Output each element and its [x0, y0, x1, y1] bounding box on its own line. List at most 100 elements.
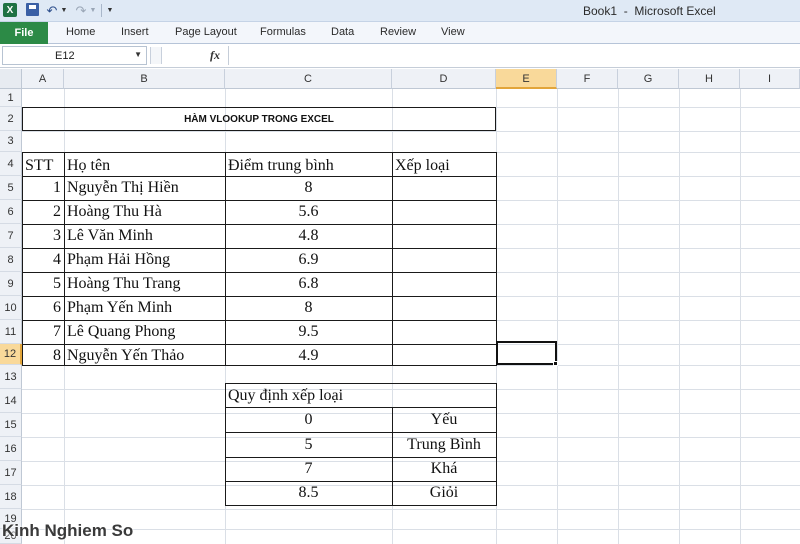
- student-rank-cell[interactable]: [392, 248, 496, 272]
- name-box[interactable]: E12 ▼: [2, 46, 147, 65]
- student-rank-cell[interactable]: [392, 320, 496, 344]
- student-score-cell[interactable]: 8: [225, 176, 392, 200]
- column-header-i[interactable]: I: [740, 69, 800, 89]
- row-header-13[interactable]: 13: [0, 365, 22, 389]
- column-header-d[interactable]: D: [392, 69, 496, 89]
- row-header-4[interactable]: 4: [0, 152, 22, 176]
- formula-bar-resize-handle[interactable]: [150, 47, 162, 64]
- excel-app-icon[interactable]: X: [3, 3, 17, 17]
- undo-dropdown-icon[interactable]: ▼: [60, 3, 68, 18]
- rule-min-cell[interactable]: 5: [225, 432, 392, 457]
- row-header-11[interactable]: 11: [0, 320, 22, 344]
- redo-icon[interactable]: ↷: [74, 3, 88, 18]
- save-icon[interactable]: [26, 3, 39, 16]
- student-name-cell[interactable]: Hoàng Thu Hà: [64, 200, 225, 224]
- cell-border: [225, 505, 497, 506]
- student-score-cell[interactable]: 9.5: [225, 320, 392, 344]
- column-header-c[interactable]: C: [225, 69, 392, 89]
- column-header-h[interactable]: H: [679, 69, 740, 89]
- row-header-17[interactable]: 17: [0, 461, 22, 485]
- column-header-f[interactable]: F: [557, 69, 618, 89]
- student-rank-cell[interactable]: [392, 272, 496, 296]
- row-header-12[interactable]: 12: [0, 344, 22, 365]
- student-rank-cell[interactable]: [392, 296, 496, 320]
- student-name-cell[interactable]: Lê Văn Minh: [64, 224, 225, 248]
- rule-table-title[interactable]: Quy định xếp loại: [225, 384, 496, 407]
- redo-dropdown-icon[interactable]: ▼: [89, 3, 97, 18]
- student-name-cell[interactable]: Hoàng Thu Trang: [64, 272, 225, 296]
- rule-min-cell[interactable]: 0: [225, 407, 392, 432]
- column-header-b[interactable]: B: [64, 69, 225, 89]
- student-stt-cell[interactable]: 1: [22, 176, 64, 200]
- header-score[interactable]: Điểm trung bình: [225, 154, 392, 178]
- student-score-cell[interactable]: 4.8: [225, 224, 392, 248]
- student-rank-cell[interactable]: [392, 176, 496, 200]
- student-name-cell[interactable]: Lê Quang Phong: [64, 320, 225, 344]
- column-header-a[interactable]: A: [22, 69, 64, 89]
- student-name-cell[interactable]: Nguyễn Thị Hiền: [64, 176, 225, 200]
- tab-home[interactable]: Home: [66, 26, 95, 38]
- row-header-10[interactable]: 10: [0, 296, 22, 320]
- student-rank-cell[interactable]: [392, 224, 496, 248]
- student-score-cell[interactable]: 5.6: [225, 200, 392, 224]
- rule-label-cell[interactable]: Yếu: [392, 407, 496, 432]
- tab-data[interactable]: Data: [331, 26, 354, 38]
- row-header-14[interactable]: 14: [0, 389, 22, 413]
- header-rank[interactable]: Xếp loại: [392, 154, 496, 178]
- insert-function-icon[interactable]: fx: [210, 48, 220, 63]
- row-header-1[interactable]: 1: [0, 89, 22, 107]
- student-name-cell[interactable]: Phạm Hải Hồng: [64, 248, 225, 272]
- tab-insert[interactable]: Insert: [121, 26, 149, 38]
- customize-toolbar-icon[interactable]: ▼: [106, 3, 114, 18]
- rule-label-cell[interactable]: Trung Bình: [392, 432, 496, 457]
- student-score-cell[interactable]: 6.8: [225, 272, 392, 296]
- column-header-g[interactable]: G: [618, 69, 679, 89]
- sheet-title-cell[interactable]: HÀM VLOOKUP TRONG EXCEL: [22, 107, 496, 131]
- tab-page-layout[interactable]: Page Layout: [175, 26, 237, 38]
- rule-min-cell[interactable]: 7: [225, 457, 392, 481]
- chevron-down-icon[interactable]: ▼: [134, 50, 142, 59]
- formula-input[interactable]: [228, 46, 800, 65]
- student-stt-cell[interactable]: 2: [22, 200, 64, 224]
- student-score-cell[interactable]: 4.9: [225, 344, 392, 368]
- undo-icon[interactable]: ↶: [45, 3, 59, 18]
- tab-formulas[interactable]: Formulas: [260, 26, 306, 38]
- student-name-cell[interactable]: Phạm Yến Minh: [64, 296, 225, 320]
- rule-min-cell[interactable]: 8.5: [225, 481, 392, 505]
- row-header-15[interactable]: 15: [0, 413, 22, 437]
- header-name[interactable]: Họ tên: [64, 154, 225, 178]
- file-tab[interactable]: File: [0, 22, 48, 44]
- gridline-horizontal: [22, 509, 800, 510]
- student-stt-cell[interactable]: 4: [22, 248, 64, 272]
- rule-label-cell[interactable]: Giỏi: [392, 481, 496, 505]
- student-score-cell[interactable]: 6.9: [225, 248, 392, 272]
- student-stt-cell[interactable]: 5: [22, 272, 64, 296]
- row-header-6[interactable]: 6: [0, 200, 22, 224]
- select-all-corner[interactable]: [0, 69, 22, 89]
- student-rank-cell[interactable]: [392, 200, 496, 224]
- student-stt-cell[interactable]: 3: [22, 224, 64, 248]
- active-cell-e12[interactable]: [496, 341, 557, 365]
- cell-border: [496, 152, 497, 366]
- row-header-7[interactable]: 7: [0, 224, 22, 248]
- student-stt-cell[interactable]: 6: [22, 296, 64, 320]
- row-header-18[interactable]: 18: [0, 485, 22, 509]
- row-header-9[interactable]: 9: [0, 272, 22, 296]
- row-header-16[interactable]: 16: [0, 437, 22, 461]
- student-stt-cell[interactable]: 7: [22, 320, 64, 344]
- worksheet-grid[interactable]: ABCDEFGHI 1 2 3 4 5 6 7 8 9 10 11 12 13 14 15 16 17 18 19 2…: [0, 69, 800, 544]
- student-score-cell[interactable]: 8: [225, 296, 392, 320]
- header-stt[interactable]: STT: [22, 154, 64, 178]
- row-header-3[interactable]: 3: [0, 131, 22, 152]
- tab-view[interactable]: View: [441, 26, 465, 38]
- student-rank-cell[interactable]: [392, 344, 496, 368]
- student-stt-cell[interactable]: 8: [22, 344, 64, 368]
- row-header-2[interactable]: 2: [0, 107, 22, 131]
- rule-label-cell[interactable]: Khá: [392, 457, 496, 481]
- student-name-cell[interactable]: Nguyễn Yến Thảo: [64, 344, 225, 368]
- row-header-8[interactable]: 8: [0, 248, 22, 272]
- column-header-e[interactable]: E: [496, 69, 557, 89]
- row-header-5[interactable]: 5: [0, 176, 22, 200]
- fill-handle[interactable]: [553, 361, 558, 366]
- tab-review[interactable]: Review: [380, 26, 416, 38]
